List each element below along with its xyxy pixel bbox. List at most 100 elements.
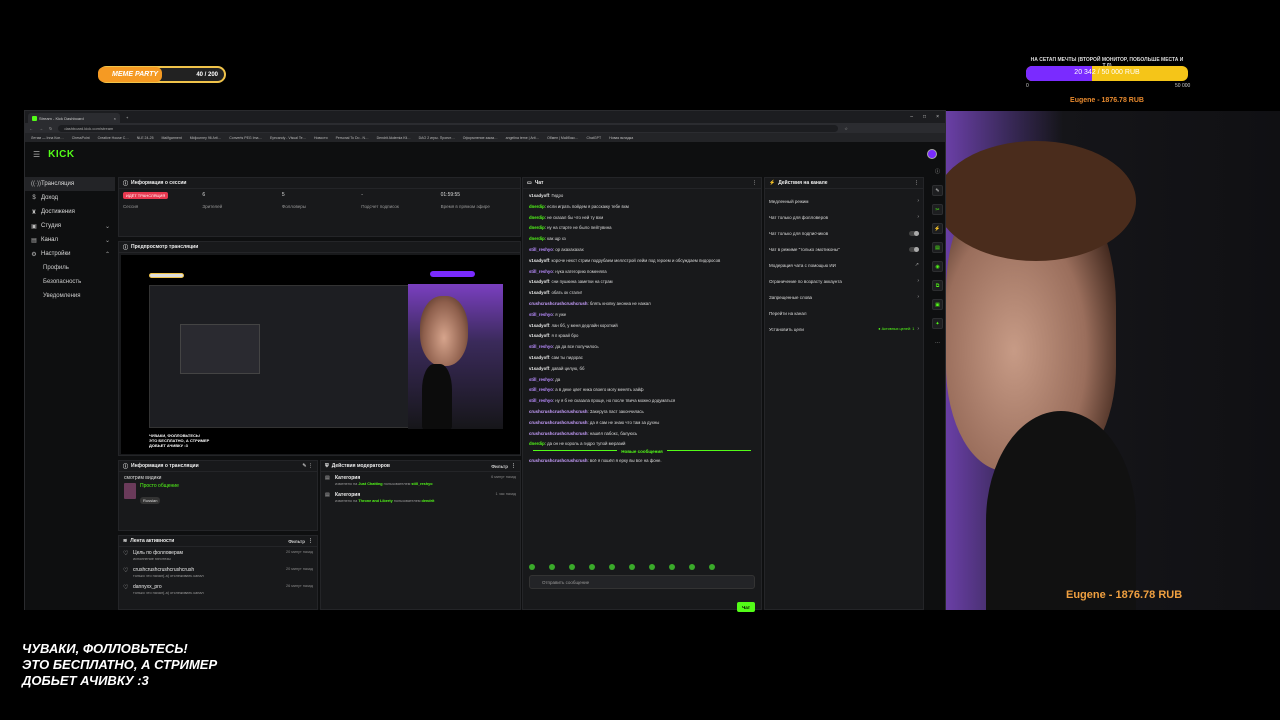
kick-logo[interactable]: KICK bbox=[48, 149, 74, 160]
channel-action-row[interactable]: Запрещенные слова › bbox=[765, 289, 923, 305]
bookmark-item[interactable]: Eyecandy - Visual Te… bbox=[270, 136, 306, 140]
channel-action-row[interactable]: Перейти на канал bbox=[765, 305, 923, 321]
chat-username[interactable]: v1sadyoff bbox=[529, 366, 549, 371]
chat-username[interactable]: crushcrushcrushcrushcrush bbox=[529, 458, 588, 463]
emote-icon[interactable] bbox=[689, 564, 695, 570]
chat-username[interactable]: dnerdip bbox=[529, 441, 545, 446]
chat-username[interactable]: v1sadyoff bbox=[529, 323, 549, 328]
bookmark-item[interactable]: Creative House C… bbox=[98, 136, 129, 140]
chat-send-button[interactable]: Чат bbox=[737, 602, 755, 612]
chat-username[interactable]: still_reshyo bbox=[529, 387, 553, 392]
chat-username[interactable]: still_reshyo bbox=[529, 377, 553, 382]
chat-username[interactable]: crushcrushcrushcrushcrush bbox=[529, 301, 588, 306]
sidebar-item-settings[interactable]: ⚙ Настройки ⌃ bbox=[25, 247, 115, 261]
channel-action-row[interactable]: Медленный режим › bbox=[765, 193, 923, 209]
sidebar-item-revenue[interactable]: $ Доход bbox=[25, 191, 115, 205]
user-avatar[interactable] bbox=[927, 149, 937, 159]
bookmark-item[interactable]: ChatGPT bbox=[587, 136, 602, 140]
bookmark-item[interactable]: Обмен | Майбокс… bbox=[547, 136, 578, 140]
bookmark-item[interactable]: angelina teme | Arti… bbox=[506, 136, 539, 140]
menu-icon[interactable]: ☰ bbox=[33, 150, 40, 159]
chat-username[interactable]: dnerdip bbox=[529, 225, 545, 230]
bookmark-item[interactable]: Dendrit Akdemia Kli… bbox=[377, 136, 411, 140]
chat-username[interactable]: dnerdip bbox=[529, 215, 545, 220]
chat-username[interactable]: dnerdip bbox=[529, 204, 545, 209]
sidebar-subitem-security[interactable]: Безопасность bbox=[25, 275, 115, 289]
pencil-icon[interactable]: ✎ bbox=[932, 185, 943, 196]
edit-icon[interactable]: ✎ ⋮ bbox=[302, 463, 313, 469]
bookmark-star-icon[interactable]: ☆ bbox=[844, 126, 848, 131]
sidebar-subitem-notifications[interactable]: Уведомления bbox=[25, 289, 115, 303]
chat-bubble-icon[interactable]: ◉ bbox=[932, 261, 943, 272]
chat-username[interactable]: still_reshyo bbox=[529, 247, 553, 252]
filter-button[interactable]: Фильтр bbox=[288, 539, 305, 544]
bookmark-item[interactable]: ChessPoint bbox=[72, 136, 90, 140]
bookmark-item[interactable]: Mailfgarment bbox=[162, 136, 182, 140]
bookmark-item[interactable]: Оформление заказ… bbox=[463, 136, 498, 140]
card-icon[interactable]: ▤ bbox=[932, 242, 943, 253]
chat-username[interactable]: crushcrushcrushcrushcrush bbox=[529, 431, 588, 436]
emote-icon[interactable] bbox=[529, 564, 535, 570]
bolt-icon[interactable]: ⚡ bbox=[932, 223, 943, 234]
channel-action-row[interactable]: Ограничение по возрасту аккаунта › bbox=[765, 273, 923, 289]
emote-icon[interactable] bbox=[549, 564, 555, 570]
emote-icon[interactable] bbox=[589, 564, 595, 570]
more-icon[interactable]: ⋮ bbox=[511, 463, 516, 469]
chat-username[interactable]: still_reshyo bbox=[529, 398, 553, 403]
chat-username[interactable]: crushcrushcrushcrushcrush bbox=[529, 420, 588, 425]
forward-icon[interactable]: → bbox=[39, 126, 43, 131]
reload-icon[interactable]: ↻ bbox=[49, 126, 52, 131]
maximize-icon[interactable]: □ bbox=[923, 114, 926, 120]
emote-icon[interactable] bbox=[629, 564, 635, 570]
new-tab-icon[interactable]: + bbox=[126, 115, 128, 120]
minimize-icon[interactable]: – bbox=[910, 114, 913, 120]
stream-preview-video[interactable]: ЧУВАКИ, ФОЛЛОВЬТЕСЬ! ЭТО БЕСПЛАТНО, А СТ… bbox=[121, 255, 520, 454]
bookmark-item[interactable]: Midjourney 96 Arti… bbox=[190, 136, 222, 140]
channel-action-row[interactable]: Модерация чата с помощью ИИ ↗ bbox=[765, 257, 923, 273]
filter-button[interactable]: Фильтр bbox=[491, 464, 508, 469]
emote-icon[interactable] bbox=[609, 564, 615, 570]
chat-username[interactable]: crushcrushcrushcrushcrush bbox=[529, 409, 588, 414]
share-icon[interactable]: ⋯ bbox=[932, 337, 943, 348]
clip-icon[interactable]: ⧉ bbox=[932, 280, 943, 291]
url-field[interactable]: dashboard.kick.com/stream bbox=[58, 124, 839, 132]
chat-username[interactable]: still_reshyo bbox=[529, 269, 553, 274]
chat-username[interactable]: v1sadyoff bbox=[529, 279, 549, 284]
emote-icon[interactable] bbox=[709, 564, 715, 570]
toggle-switch[interactable] bbox=[909, 230, 919, 236]
sidebar-item-achievements[interactable]: ♜ Достижения bbox=[25, 205, 115, 219]
chat-username[interactable]: v1sadyoff bbox=[529, 355, 549, 360]
channel-action-row[interactable]: Чат только для фолловеров › bbox=[765, 209, 923, 225]
channel-action-row[interactable]: Чат в режиме "только эмотиконы" bbox=[765, 241, 923, 257]
sidebar-item-channel[interactable]: ▤ Канал ⌄ bbox=[25, 233, 115, 247]
tab-kick-dashboard[interactable]: Stream - Kick Dashboard × bbox=[28, 113, 120, 123]
chat-username[interactable]: v1sadyoff bbox=[529, 193, 549, 198]
emote-icon[interactable] bbox=[649, 564, 655, 570]
bookmark-item[interactable]: Летим — Inna Кон… bbox=[31, 136, 64, 140]
bookmark-item[interactable]: NLE 24-25 bbox=[137, 136, 154, 140]
bookmark-item[interactable]: Personal To Do - N… bbox=[336, 136, 369, 140]
wrench-icon[interactable]: ✦ bbox=[932, 318, 943, 329]
bookmark-item[interactable]: DAO 2 игры. Проект… bbox=[419, 136, 455, 140]
channel-action-row[interactable]: Установить цели ● Активных целей: 1 › bbox=[765, 321, 923, 337]
more-icon[interactable]: ⋮ bbox=[914, 180, 919, 186]
sidebar-subitem-profile[interactable]: Профиль bbox=[25, 261, 115, 275]
sidebar-item-studio[interactable]: ▣ Студия ⌄ bbox=[25, 219, 115, 233]
chat-message-input[interactable]: Отправить сообщение bbox=[529, 575, 755, 589]
bookmark-item[interactable]: Новая вкладка bbox=[609, 136, 633, 140]
emote-icon[interactable] bbox=[569, 564, 575, 570]
bookmark-item[interactable]: Новости bbox=[314, 136, 328, 140]
chat-username[interactable]: still_reshyo bbox=[529, 344, 553, 349]
cut-icon[interactable]: ✂ bbox=[932, 204, 943, 215]
channel-action-row[interactable]: Чат только для подписчиков bbox=[765, 225, 923, 241]
save-icon[interactable]: ▣ bbox=[932, 299, 943, 310]
bookmark-item[interactable]: Converts PEG Ima… bbox=[229, 136, 262, 140]
more-icon[interactable]: ⋮ bbox=[752, 180, 757, 186]
chat-username[interactable]: v1sadyoff bbox=[529, 258, 549, 263]
category-link[interactable]: Просто общение bbox=[140, 483, 179, 489]
info-icon[interactable]: ⓘ bbox=[932, 166, 943, 177]
toggle-switch[interactable] bbox=[909, 246, 919, 252]
chat-username[interactable]: v1sadyoff bbox=[529, 290, 549, 295]
window-close-icon[interactable]: × bbox=[936, 114, 939, 120]
back-icon[interactable]: ← bbox=[29, 126, 33, 131]
